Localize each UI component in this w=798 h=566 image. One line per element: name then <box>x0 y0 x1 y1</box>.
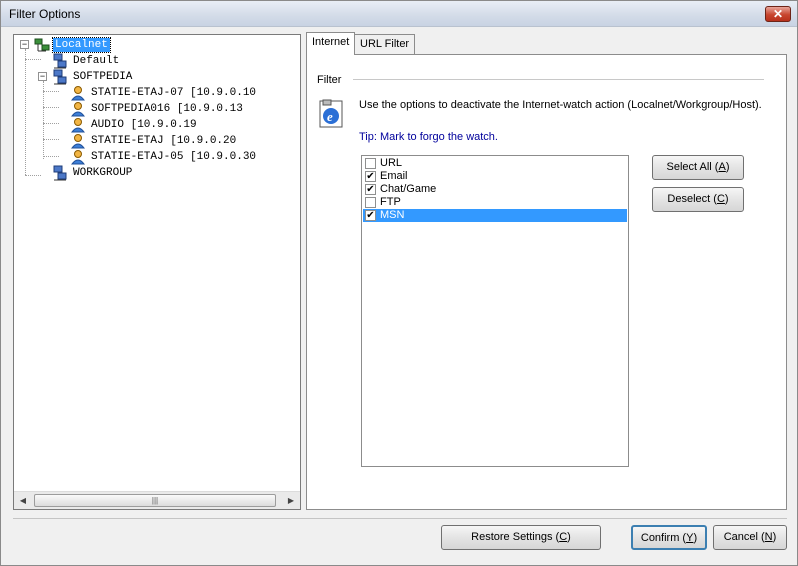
checkbox-url[interactable] <box>365 158 376 169</box>
button-hotkey: C <box>716 193 725 205</box>
user-icon <box>70 150 86 165</box>
tree-content: − Localnet Default − SOFTPEDIA STATIE-ET… <box>14 35 300 491</box>
list-item-url[interactable]: URL <box>363 157 627 170</box>
tree-node-label: STATIE-ETAJ [10.9.0.20 <box>91 135 237 147</box>
tree-connector <box>43 156 59 157</box>
tree-connector <box>43 91 59 92</box>
tree-connector <box>25 59 41 60</box>
internet-explorer-icon: e <box>319 99 343 128</box>
filter-group-label: Filter <box>317 74 342 86</box>
select-all-button[interactable]: Select All (A) <box>652 155 744 180</box>
tree-connector <box>43 81 44 159</box>
scroll-thumb[interactable]: ||| <box>34 494 276 507</box>
tree-node-host[interactable]: SOFTPEDIA016 [10.9.0.13 <box>70 101 300 117</box>
button-label-end: ) <box>772 531 777 543</box>
checkbox-chat-game[interactable]: ✔ <box>365 184 376 195</box>
list-item-ftp[interactable]: FTP <box>363 196 627 209</box>
user-icon <box>70 118 86 133</box>
checkbox-msn[interactable]: ✔ <box>365 210 376 221</box>
filter-group-divider <box>353 79 764 80</box>
tree-connector <box>25 49 26 175</box>
restore-settings-button[interactable]: Restore Settings (C) <box>441 525 601 550</box>
expander-softpedia[interactable]: − <box>38 72 47 81</box>
tree-connector <box>43 123 59 124</box>
button-hotkey: N <box>764 531 773 543</box>
list-item-msn[interactable]: ✔ MSN <box>363 209 627 222</box>
filter-tip: Tip: Mark to forgo the watch. <box>359 131 498 143</box>
window-title: Filter Options <box>9 7 81 21</box>
workgroup-icon <box>53 69 67 85</box>
title-bar[interactable]: Filter Options ✕ <box>1 1 797 27</box>
button-label: Select All ( <box>666 161 719 173</box>
tree-node-label: SOFTPEDIA016 [10.9.0.13 <box>91 103 243 115</box>
close-button[interactable]: ✕ <box>765 6 791 22</box>
tree-node-localnet[interactable]: Localnet <box>34 37 154 53</box>
button-label: Restore Settings ( <box>471 531 560 543</box>
tree-node-label: WORKGROUP <box>73 167 133 179</box>
list-item-label: MSN <box>380 209 405 221</box>
svg-text:e: e <box>327 109 333 124</box>
filter-checklist[interactable]: URL ✔ Email ✔ Chat/Game FTP ✔ MSN <box>361 155 629 467</box>
tree-node-host[interactable]: STATIE-ETAJ-05 [10.9.0.30 <box>70 149 300 165</box>
tree-node-default[interactable]: Default <box>52 53 172 69</box>
list-item-label: Email <box>380 170 408 182</box>
user-icon <box>70 86 86 101</box>
tree-node-label: SOFTPEDIA <box>73 71 133 83</box>
list-item-label: FTP <box>380 196 401 208</box>
button-label-end: ) <box>693 532 698 544</box>
footer-divider <box>13 518 787 519</box>
internet-tab-panel: Filter e Use the options to deactivate t… <box>306 54 787 510</box>
button-label: Cancel ( <box>723 531 765 543</box>
deselect-button[interactable]: Deselect (C) <box>652 187 744 212</box>
confirm-button[interactable]: Confirm (Y) <box>631 525 707 550</box>
button-label: Confirm ( <box>640 532 687 544</box>
workgroup-icon <box>53 53 67 69</box>
button-hotkey: A <box>718 161 726 173</box>
tree-horizontal-scrollbar[interactable]: ◀ ||| ▶ <box>14 491 300 509</box>
checkbox-email[interactable]: ✔ <box>365 171 376 182</box>
button-label-end: ) <box>567 531 571 543</box>
tree-connector <box>25 175 41 176</box>
list-item-label: Chat/Game <box>380 183 437 195</box>
scroll-left-icon[interactable]: ◀ <box>17 495 29 507</box>
button-label: Deselect ( <box>667 193 717 205</box>
tree-node-label: Default <box>73 55 120 67</box>
tree-node-host[interactable]: STATIE-ETAJ [10.9.0.20 <box>70 133 300 149</box>
tree-node-label: STATIE-ETAJ-05 [10.9.0.30 <box>91 151 257 163</box>
expander-localnet[interactable]: − <box>20 40 29 49</box>
network-icon <box>34 38 50 52</box>
button-hotkey: C <box>559 531 568 543</box>
tree-node-label: STATIE-ETAJ-07 [10.9.0.10 <box>91 87 257 99</box>
button-label-end: ) <box>725 161 730 173</box>
cancel-button[interactable]: Cancel (N) <box>713 525 787 550</box>
scroll-right-icon[interactable]: ▶ <box>285 495 297 507</box>
tree-node-label: AUDIO [10.9.0.19 <box>91 119 197 131</box>
tree-node-host[interactable]: STATIE-ETAJ-07 [10.9.0.10 <box>70 85 300 101</box>
network-tree[interactable]: − Localnet Default − SOFTPEDIA STATIE-ET… <box>13 34 301 510</box>
workgroup-icon <box>53 165 67 181</box>
filter-options-window: Filter Options ✕ − Localnet Default − SO… <box>0 0 798 566</box>
user-icon <box>70 102 86 117</box>
tab-url-filter[interactable]: URL Filter <box>354 34 416 55</box>
list-item-label: URL <box>380 157 403 169</box>
tree-node-host[interactable]: AUDIO [10.9.0.19 <box>70 117 300 133</box>
list-item-chat-game[interactable]: ✔ Chat/Game <box>363 183 627 196</box>
tree-node-workgroup[interactable]: WORKGROUP <box>52 165 172 181</box>
button-label-end: ) <box>724 193 729 205</box>
filter-description: Use the options to deactivate the Intern… <box>359 99 762 111</box>
checkbox-ftp[interactable] <box>365 197 376 208</box>
tree-connector <box>43 107 59 108</box>
list-item-email[interactable]: ✔ Email <box>363 170 627 183</box>
tab-internet[interactable]: Internet <box>306 32 356 55</box>
tree-node-label: Localnet <box>52 37 111 53</box>
user-icon <box>70 134 86 149</box>
tree-connector <box>43 139 59 140</box>
tree-node-softpedia[interactable]: SOFTPEDIA <box>52 69 172 85</box>
